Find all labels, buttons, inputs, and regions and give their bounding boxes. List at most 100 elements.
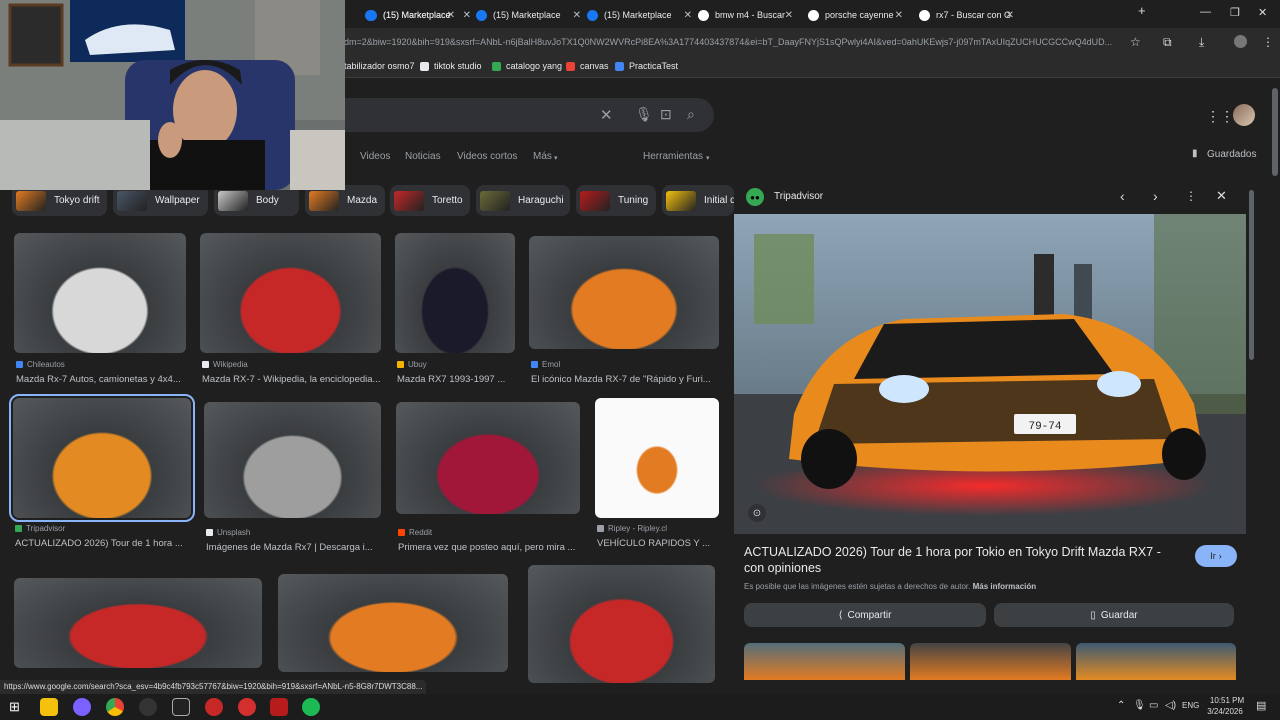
close-panel-icon[interactable]: ✕ xyxy=(1216,188,1227,204)
capcut-icon[interactable] xyxy=(172,698,190,716)
related-search-chip[interactable]: Tuning xyxy=(576,185,656,216)
address-bar[interactable]: dm=2&biw=1920&bih=919&sxsrf=ANbL-n6jBalH… xyxy=(344,37,1124,47)
browser-tab[interactable]: (15) Marketplace ✕ xyxy=(476,4,581,26)
panel-menu-icon[interactable]: ⋮ xyxy=(1185,189,1197,203)
opera-icon[interactable] xyxy=(238,698,256,716)
search-box[interactable]: ✕ 🎙 ⊡ ⌕ xyxy=(320,98,714,132)
bookmark-item[interactable]: catalogo yang xyxy=(492,61,562,71)
related-thumbnail[interactable] xyxy=(744,643,905,680)
browser-tab[interactable]: rx7 - Buscar con G ✕ xyxy=(919,4,1014,26)
result-source[interactable]: Tripadvisor xyxy=(15,524,65,533)
clock-date[interactable]: 3/24/2026 xyxy=(1203,707,1247,716)
close-window-icon[interactable]: ✕ xyxy=(1258,6,1267,19)
close-tab-icon[interactable]: ✕ xyxy=(895,10,903,21)
menu-icon[interactable]: ⋮ xyxy=(1262,35,1274,49)
search-icon[interactable]: ⌕ xyxy=(687,106,695,123)
apps-grid-icon[interactable]: ⋮⋮ xyxy=(1206,108,1234,125)
browser-tab[interactable]: porsche cayenne ✕ xyxy=(808,4,903,26)
result-title[interactable]: Mazda Rx-7 Autos, camionetas y 4x4... xyxy=(16,374,188,385)
share-button[interactable]: ⟨ Compartir xyxy=(744,603,986,627)
result-title[interactable]: El icónico Mazda RX-7 de "Rápido y Furi.… xyxy=(531,374,715,385)
download-icon[interactable]: ⤓ xyxy=(1199,35,1204,50)
app-icon[interactable] xyxy=(270,698,288,716)
saved-link[interactable]: Guardados xyxy=(1207,149,1256,160)
app-icon[interactable] xyxy=(73,698,91,716)
lens-icon[interactable]: ⊡ xyxy=(660,106,672,123)
result-title[interactable]: Imágenes de Mazda Rx7 | Descarga i... xyxy=(206,542,383,553)
result-title[interactable]: Mazda RX7 1993-1997 ... xyxy=(397,374,517,385)
more-info-link[interactable]: Más información xyxy=(973,582,1037,591)
profile-avatar[interactable] xyxy=(1234,35,1247,48)
result-source[interactable]: Ripley - Ripley.cl xyxy=(597,524,667,533)
result-image[interactable] xyxy=(9,394,195,522)
microphone-icon[interactable]: 🎙 xyxy=(635,106,653,123)
bookmark-item[interactable]: tabilizador osmo7 xyxy=(344,61,415,71)
preview-image[interactable]: 79-74 ⊙ xyxy=(734,214,1246,534)
related-search-chip[interactable]: Initial d xyxy=(662,185,734,216)
tools-button[interactable]: Herramientas xyxy=(643,151,703,162)
clock-time[interactable]: 10:51 PM xyxy=(1207,696,1247,705)
result-source[interactable]: Chileautos xyxy=(16,360,65,369)
account-avatar[interactable] xyxy=(1233,104,1255,126)
new-tab-button[interactable]: + xyxy=(1138,3,1146,18)
chrome-icon[interactable] xyxy=(106,698,124,716)
app-icon[interactable] xyxy=(139,698,157,716)
tab-videos[interactable]: Videos xyxy=(360,151,390,162)
next-image-icon[interactable]: › xyxy=(1153,188,1158,204)
notifications-icon[interactable]: ▤ xyxy=(1256,699,1266,712)
windows-start-icon[interactable]: ⊞ xyxy=(9,699,27,717)
language-indicator[interactable]: ENG xyxy=(1182,701,1199,710)
result-image[interactable] xyxy=(528,565,715,683)
close-tab-icon[interactable]: ✕ xyxy=(1006,10,1014,21)
result-image[interactable] xyxy=(200,233,381,353)
restore-icon[interactable]: ❐ xyxy=(1230,6,1240,19)
tab-short-videos[interactable]: Videos cortos xyxy=(457,151,517,162)
browser-tab[interactable]: (15) Marketplace ✕ xyxy=(366,4,471,26)
tray-chevron-icon[interactable]: ⌃ xyxy=(1117,700,1125,711)
extensions-icon[interactable]: ⧉ xyxy=(1163,35,1172,50)
volume-icon[interactable]: ◁) xyxy=(1165,700,1176,711)
result-title[interactable]: ACTUALIZADO 2026) Tour de 1 hora ... xyxy=(15,538,193,549)
related-thumbnail[interactable] xyxy=(910,643,1071,680)
result-image[interactable] xyxy=(14,233,186,353)
result-image[interactable] xyxy=(278,574,508,672)
bookmark-star-icon[interactable]: ☆ xyxy=(1130,35,1141,49)
bookmark-item[interactable]: canvas xyxy=(566,61,609,71)
file-explorer-icon[interactable] xyxy=(40,698,58,716)
result-image[interactable] xyxy=(204,402,381,518)
bookmark-item[interactable]: PracticaTest xyxy=(615,61,678,71)
related-thumbnail[interactable] xyxy=(1076,643,1236,680)
close-tab-icon[interactable]: ✕ xyxy=(573,10,581,21)
app-icon[interactable] xyxy=(205,698,223,716)
result-source[interactable]: Unsplash xyxy=(206,528,250,537)
result-source[interactable]: Wikipedia xyxy=(202,360,248,369)
close-tab-icon[interactable]: ✕ xyxy=(785,10,793,21)
page-scrollbar[interactable] xyxy=(1272,88,1278,176)
result-source[interactable]: Emol xyxy=(531,360,560,369)
microphone-tray-icon[interactable]: 🎙 xyxy=(1133,700,1146,711)
network-icon[interactable]: ▭ xyxy=(1149,700,1158,711)
panel-scrollbar[interactable] xyxy=(1249,190,1254,360)
spotify-icon[interactable] xyxy=(302,698,320,716)
result-image[interactable] xyxy=(595,398,719,518)
result-image[interactable] xyxy=(14,578,262,668)
related-search-chip[interactable]: Toretto xyxy=(390,185,470,216)
close-tab-icon[interactable]: ✕ xyxy=(463,10,471,21)
result-source[interactable]: Ubuy xyxy=(397,360,427,369)
result-image[interactable] xyxy=(396,402,580,514)
result-title[interactable]: Primera vez que posteo aquí, pero mira .… xyxy=(398,542,582,553)
result-image[interactable] xyxy=(529,236,719,349)
lens-search-icon[interactable]: ⊙ xyxy=(748,504,766,522)
prev-image-icon[interactable]: ‹ xyxy=(1120,188,1125,204)
panel-title[interactable]: ACTUALIZADO 2026) Tour de 1 hora por Tok… xyxy=(744,544,1184,576)
close-tab-icon[interactable]: ✕ xyxy=(684,10,692,21)
tab-news[interactable]: Noticias xyxy=(405,151,441,162)
result-image[interactable] xyxy=(395,233,515,353)
result-title[interactable]: Mazda RX-7 - Wikipedia, la enciclopedia.… xyxy=(202,374,383,385)
browser-tab[interactable]: (15) Marketplace ✕ xyxy=(587,4,692,26)
visit-button[interactable]: Ir › xyxy=(1195,545,1237,567)
bookmark-item[interactable]: tiktok studio xyxy=(420,61,482,71)
related-search-chip[interactable]: Haraguchi xyxy=(476,185,570,216)
save-button[interactable]: ▯ Guardar xyxy=(994,603,1234,627)
minimize-icon[interactable]: — xyxy=(1200,6,1211,18)
